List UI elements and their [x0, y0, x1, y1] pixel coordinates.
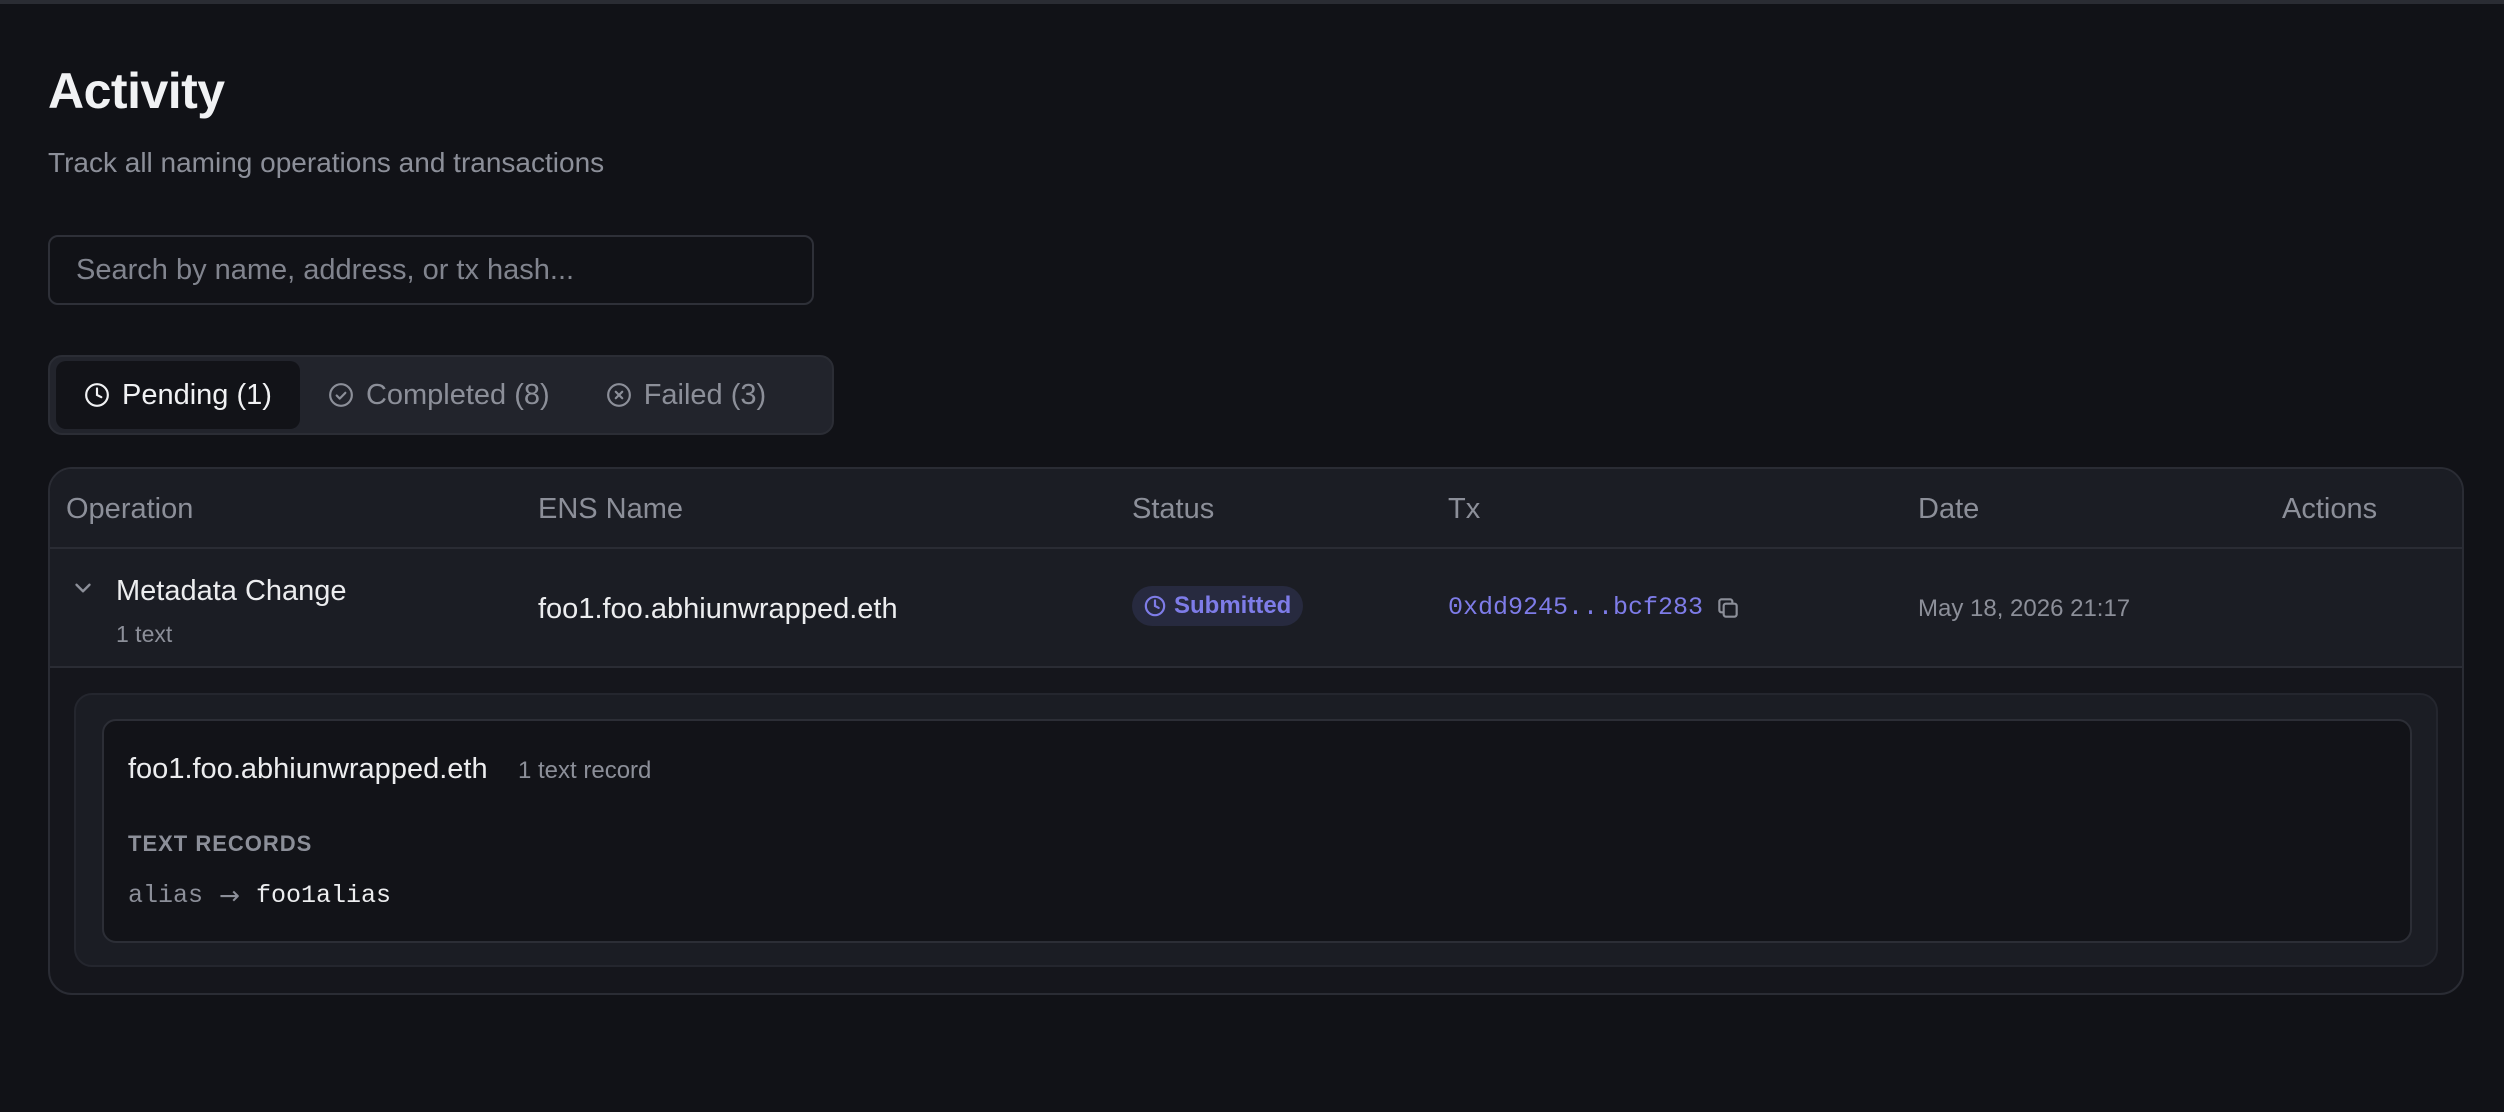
detail-ens-name: foo1.foo.abhiunwrapped.eth	[128, 753, 488, 785]
activity-table: Operation ENS Name Status Tx Date Action…	[48, 467, 2464, 995]
tx-cell: 0xdd9245...bcf283	[1448, 593, 1741, 622]
column-header-date: Date	[1918, 493, 1980, 525]
table-row[interactable]: Metadata Change 1 text foo1.foo.abhiunwr…	[50, 549, 2462, 668]
status-label: Submitted	[1174, 592, 1292, 619]
record-key: alias	[128, 881, 204, 910]
tx-hash-link[interactable]: 0xdd9245...bcf283	[1448, 593, 1703, 622]
column-header-status: Status	[1132, 493, 1215, 525]
search-input[interactable]	[74, 252, 788, 288]
tab-label: Failed (3)	[643, 378, 767, 411]
operation-title: Metadata Change	[116, 575, 347, 607]
tab-failed[interactable]: Failed (3)	[578, 361, 795, 429]
clock-icon	[1144, 595, 1166, 617]
operation-subtitle: 1 text	[116, 621, 173, 647]
chevron-down-icon[interactable]	[70, 575, 96, 601]
column-header-operation: Operation	[66, 493, 194, 525]
page-subtitle: Track all naming operations and transact…	[48, 147, 605, 178]
record-value: foo1alias	[255, 881, 391, 910]
table-header: Operation ENS Name Status Tx Date Action…	[50, 469, 2462, 549]
search-box	[48, 235, 814, 305]
clock-icon	[84, 382, 110, 408]
tab-pending[interactable]: Pending (1)	[56, 361, 300, 429]
tab-label: Pending (1)	[122, 378, 272, 411]
column-header-tx: Tx	[1448, 493, 1481, 525]
x-circle-icon	[606, 382, 632, 408]
tab-label: Completed (8)	[365, 378, 550, 411]
check-circle-icon	[328, 382, 354, 408]
arrow-right-icon: →	[219, 881, 240, 910]
status-badge: Submitted	[1132, 586, 1304, 626]
text-record-item: alias → foo1alias	[128, 881, 391, 910]
tab-completed[interactable]: Completed (8)	[300, 361, 578, 429]
record-card: foo1.foo.abhiunwrapped.eth 1 text record…	[102, 719, 2412, 943]
row-detail-panel: foo1.foo.abhiunwrapped.eth 1 text record…	[74, 693, 2438, 967]
detail-record-count: 1 text record	[518, 757, 652, 784]
top-border	[0, 0, 2504, 4]
status-tabs: Pending (1) Completed (8) Failed (3)	[48, 355, 834, 435]
page-title: Activity	[48, 63, 225, 119]
ens-name: foo1.foo.abhiunwrapped.eth	[538, 593, 898, 625]
section-label-text-records: TEXT RECORDS	[128, 831, 313, 856]
date: May 18, 2026 21:17	[1918, 595, 2131, 622]
column-header-actions: Actions	[2282, 493, 2378, 525]
column-header-ens-name: ENS Name	[538, 493, 684, 525]
copy-icon[interactable]	[1715, 595, 1741, 621]
